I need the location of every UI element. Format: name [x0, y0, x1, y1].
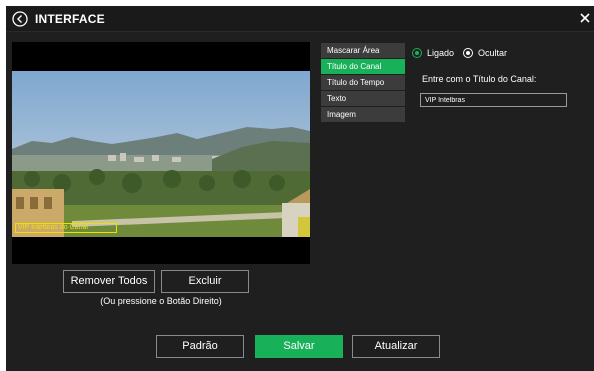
radio-on-indicator	[412, 48, 422, 58]
channel-title-label: Entre com o Título do Canal:	[422, 74, 537, 84]
menu-item-channel-title[interactable]: Título do Canal	[321, 59, 405, 74]
interface-dialog: INTERFACE VIP Intelbras do Canal Remover…	[6, 6, 594, 371]
channel-title-osd[interactable]: VIP Intelbras do Canal	[15, 223, 117, 233]
camera-scene-image	[12, 71, 310, 237]
radio-on[interactable]: Ligado	[412, 48, 454, 58]
back-arrow-circle-icon[interactable]	[12, 11, 28, 27]
remove-all-button[interactable]: Remover Todos	[63, 270, 155, 293]
radio-on-label: Ligado	[427, 48, 455, 58]
save-button[interactable]: Salvar	[255, 335, 343, 358]
delete-button[interactable]: Excluir	[161, 270, 249, 293]
dialog-header: INTERFACE	[6, 6, 594, 32]
radio-hide-label: Ocultar	[478, 48, 508, 58]
menu-item-text[interactable]: Texto	[321, 91, 405, 106]
default-button[interactable]: Padrão	[156, 335, 244, 358]
page-title: INTERFACE	[35, 12, 105, 26]
right-click-hint: (Ou pressione o Botão Direito)	[100, 296, 222, 306]
overlay-menu: Mascarar Área Título do Canal Título do …	[321, 43, 405, 123]
menu-item-mask-area[interactable]: Mascarar Área	[321, 43, 405, 58]
video-preview[interactable]: VIP Intelbras do Canal	[12, 42, 310, 264]
menu-item-image[interactable]: Imagem	[321, 107, 405, 122]
channel-title-input[interactable]	[420, 93, 567, 107]
menu-item-time-title[interactable]: Título do Tempo	[321, 75, 405, 90]
refresh-button[interactable]: Atualizar	[352, 335, 440, 358]
close-icon[interactable]	[579, 12, 591, 24]
radio-hide-indicator	[463, 48, 473, 58]
radio-hide[interactable]: Ocultar	[463, 48, 507, 58]
